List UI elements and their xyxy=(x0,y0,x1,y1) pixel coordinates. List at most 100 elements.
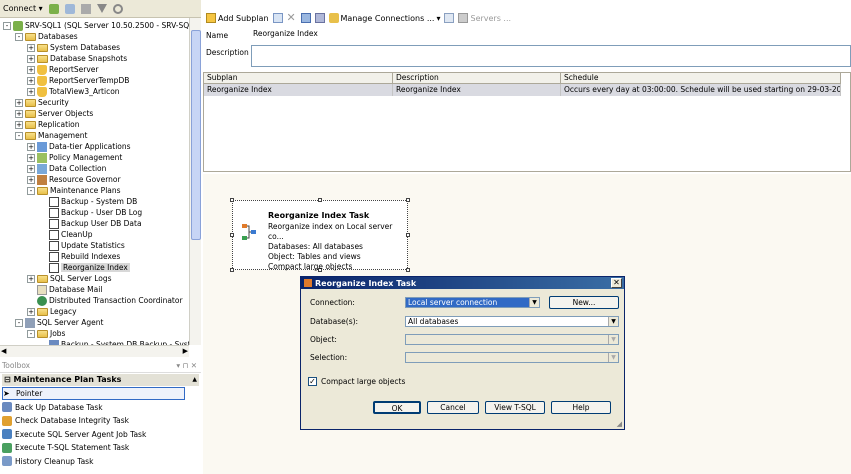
expand-icon[interactable]: + xyxy=(27,142,35,151)
tree-node[interactable]: CleanUp xyxy=(39,229,93,240)
collapse-icon[interactable]: ⊟ xyxy=(4,375,14,384)
connect-button[interactable]: Connect ▾ xyxy=(3,4,43,13)
expand-icon[interactable]: + xyxy=(27,76,35,85)
tree-node[interactable]: + Server Objects xyxy=(15,108,93,119)
tree-node[interactable]: - Management xyxy=(15,130,87,141)
compact-large-objects-row[interactable]: ✓ Compact large objects xyxy=(308,377,405,386)
tree-node[interactable]: - SQL Server Agent xyxy=(15,317,103,328)
resize-handle[interactable] xyxy=(230,268,234,272)
tree-node[interactable]: - Databases xyxy=(15,31,78,42)
remove-schedule-icon[interactable] xyxy=(314,13,325,23)
resize-handle[interactable] xyxy=(230,198,234,202)
databases-select[interactable]: All databases ▼ xyxy=(405,316,619,327)
resize-handle[interactable] xyxy=(230,233,234,237)
collapse-icon[interactable]: - xyxy=(15,131,23,140)
toolbox-item[interactable]: ➤ Pointer xyxy=(2,387,185,400)
scroll-left-icon[interactable]: ◀ xyxy=(1,347,6,355)
tree-node[interactable]: + Resource Governor xyxy=(27,174,121,185)
tree-node[interactable]: Reorganize Index xyxy=(39,262,130,273)
collapse-icon[interactable]: - xyxy=(3,21,11,30)
tree-node[interactable]: + Data Collection xyxy=(27,163,106,174)
grid-cell[interactable]: Occurs every day at 03:00:00. Schedule w… xyxy=(561,84,841,96)
toolbox-item[interactable]: Execute T-SQL Statement Task xyxy=(2,441,129,454)
tree-node[interactable]: + Data-tier Applications xyxy=(27,141,131,152)
tree-node[interactable]: - Jobs xyxy=(27,328,65,339)
chevron-down-icon[interactable]: ▼ xyxy=(608,317,618,326)
tree-node[interactable]: Backup - User DB Log xyxy=(39,207,142,218)
tree-node[interactable]: + Database Snapshots xyxy=(27,53,127,64)
tree-node[interactable]: + Replication xyxy=(15,119,80,130)
tree-node[interactable]: Rebuild Indexes xyxy=(39,251,120,262)
collapse-icon[interactable]: - xyxy=(15,318,23,327)
tree-horizontal-scrollbar[interactable]: ◀ ▶ xyxy=(0,345,189,357)
tree-node[interactable]: Distributed Transaction Coordinator xyxy=(27,295,183,306)
resize-grip-icon[interactable]: ◢ xyxy=(617,420,622,428)
cancel-button[interactable]: Cancel xyxy=(427,401,479,414)
grid-column-header[interactable]: Schedule xyxy=(561,73,841,84)
expand-icon[interactable]: + xyxy=(27,153,35,162)
collapse-icon[interactable]: - xyxy=(27,186,35,195)
scroll-right-icon[interactable]: ▶ xyxy=(183,347,188,355)
tree-node[interactable]: Update Statistics xyxy=(39,240,125,251)
dialog-title-bar[interactable]: Reorganize Index Task xyxy=(301,277,624,289)
resize-handle[interactable] xyxy=(406,198,410,202)
tree-node[interactable]: Backup - System DB xyxy=(39,196,137,207)
filter-icon[interactable] xyxy=(96,4,107,13)
grid-column-header[interactable]: Subplan xyxy=(204,73,393,84)
grid-column-header[interactable]: Description xyxy=(393,73,561,84)
toolbox-item[interactable]: Execute SQL Server Agent Job Task xyxy=(2,428,146,441)
compact-checkbox[interactable]: ✓ xyxy=(308,377,317,386)
dropdown-arrow-icon[interactable]: ▾ xyxy=(436,14,440,23)
tree-vertical-scrollbar[interactable] xyxy=(189,18,201,345)
tree-node[interactable]: - Maintenance Plans xyxy=(27,185,121,196)
tree-node[interactable]: + ReportServerTempDB xyxy=(27,75,129,86)
description-field[interactable] xyxy=(251,45,851,67)
disconnect-icon[interactable] xyxy=(64,3,75,14)
expand-icon[interactable]: + xyxy=(27,175,35,184)
section-scroll-up-icon[interactable]: ▲ xyxy=(192,374,197,386)
scroll-thumb[interactable] xyxy=(191,30,201,240)
servers-button[interactable]: Servers ... xyxy=(458,13,511,23)
add-subplan-button[interactable]: Add Subplan xyxy=(206,13,269,23)
tree-node[interactable]: + SQL Server Logs xyxy=(27,273,112,284)
delete-icon[interactable]: ✕ xyxy=(287,12,297,23)
toolbox-window-controls[interactable]: ▾ ⊓ ✕ xyxy=(176,361,197,372)
tree-node[interactable]: + Legacy xyxy=(27,306,77,317)
toolbox-section-header[interactable]: ⊟ Maintenance Plan Tasks ▲ xyxy=(2,374,199,386)
expand-icon[interactable]: + xyxy=(15,120,23,129)
reorganize-index-task-box[interactable]: Reorganize Index Task Reorganize index o… xyxy=(230,198,410,272)
close-icon[interactable]: ✕ xyxy=(611,278,622,288)
expand-icon[interactable]: + xyxy=(27,87,35,96)
expand-icon[interactable]: + xyxy=(27,54,35,63)
tree-node[interactable]: + Policy Management xyxy=(27,152,122,163)
manage-connections-button[interactable]: Manage Connections ... ▾ xyxy=(328,13,440,23)
subplan-properties-icon[interactable] xyxy=(272,13,283,23)
connect-icon[interactable] xyxy=(48,3,59,14)
resize-handle[interactable] xyxy=(318,198,322,202)
toolbox-item[interactable]: Check Database Integrity Task xyxy=(2,414,129,427)
refresh-icon[interactable] xyxy=(112,3,123,14)
grid-cell[interactable]: Reorganize Index xyxy=(393,84,561,96)
collapse-icon[interactable]: - xyxy=(27,329,35,338)
tree-node[interactable]: + ReportServer xyxy=(27,64,98,75)
tree-node[interactable]: Database Mail xyxy=(27,284,102,295)
new-connection-button[interactable]: New... xyxy=(549,296,619,309)
stop-icon[interactable] xyxy=(80,3,91,14)
toolbox-item[interactable]: Back Up Database Task xyxy=(2,401,103,414)
tree-node[interactable]: + TotalView3_Articon xyxy=(27,86,120,97)
help-button[interactable]: Help xyxy=(551,401,611,414)
tree-node[interactable]: - SRV-SQL1 (SQL Server 10.50.2500 - SRV-S… xyxy=(3,20,193,31)
expand-icon[interactable]: + xyxy=(27,274,35,283)
expand-icon[interactable]: + xyxy=(27,65,35,74)
toolbox-item[interactable]: History Cleanup Task xyxy=(2,455,93,468)
expand-icon[interactable]: + xyxy=(27,43,35,52)
reporting-icon[interactable] xyxy=(444,13,455,23)
view-tsql-button[interactable]: View T-SQL xyxy=(485,401,545,414)
connection-select[interactable]: Local server connection ▼ xyxy=(405,297,540,308)
chevron-down-icon[interactable]: ▼ xyxy=(529,298,539,307)
expand-icon[interactable]: + xyxy=(27,164,35,173)
grid-cell[interactable]: Reorganize Index xyxy=(204,84,393,96)
expand-icon[interactable]: + xyxy=(15,98,23,107)
ok-button[interactable]: OK xyxy=(373,401,421,414)
name-field[interactable]: Reorganize Index xyxy=(251,29,851,41)
